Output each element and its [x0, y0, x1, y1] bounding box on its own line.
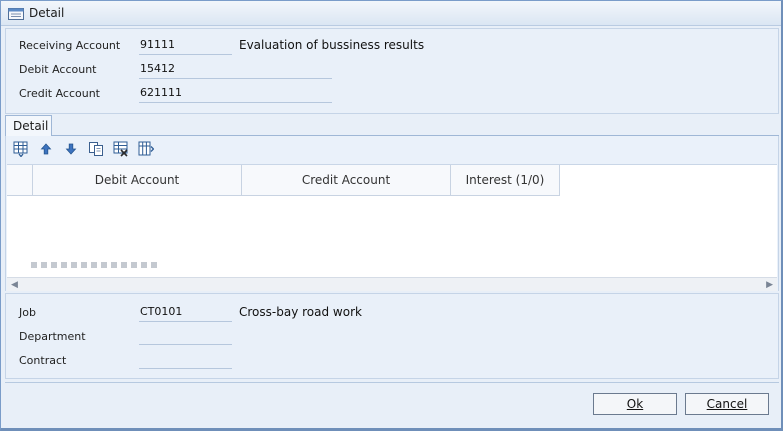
row-selector-header: [7, 165, 33, 196]
debit-account-field[interactable]: 15412: [139, 62, 332, 79]
department-field[interactable]: [139, 328, 232, 345]
job-label: Job: [19, 306, 36, 319]
receiving-account-description: Evaluation of bussiness results: [239, 38, 425, 52]
copy-icon[interactable]: [88, 141, 104, 157]
column-header-interest[interactable]: Interest (1/0): [451, 165, 560, 196]
receiving-account-field[interactable]: 91111: [139, 38, 232, 55]
detail-grid-panel: Debit Account Credit Account Interest (1…: [5, 136, 779, 291]
tab-strip: Detail: [5, 114, 779, 136]
column-header-credit-account[interactable]: Credit Account: [242, 165, 451, 196]
button-bar: Ok Cancel: [5, 382, 779, 426]
grid-toolbar: [6, 136, 778, 163]
contract-field[interactable]: [139, 352, 232, 369]
move-up-icon[interactable]: [38, 141, 54, 157]
delete-row-icon[interactable]: [113, 141, 129, 157]
contract-label: Contract: [19, 354, 67, 367]
move-down-icon[interactable]: [63, 141, 79, 157]
department-label: Department: [19, 330, 86, 343]
columns-icon[interactable]: [138, 141, 154, 157]
credit-account-field[interactable]: 621111: [139, 86, 332, 103]
horizontal-scrollbar[interactable]: ◀ ▶: [7, 277, 777, 291]
scroll-left-icon[interactable]: ◀: [11, 280, 18, 290]
debit-account-label: Debit Account: [19, 63, 97, 76]
job-field[interactable]: CT0101: [139, 305, 232, 322]
credit-account-label: Credit Account: [19, 87, 100, 100]
scroll-right-icon[interactable]: ▶: [766, 280, 773, 290]
detail-window: Detail Receiving Account 91111 Evaluatio…: [0, 0, 783, 431]
tab-detail[interactable]: Detail: [5, 115, 52, 136]
column-header-debit-account[interactable]: Debit Account: [33, 165, 242, 196]
window-title: Detail: [29, 6, 65, 20]
detail-grid[interactable]: Debit Account Credit Account Interest (1…: [7, 164, 777, 278]
title-bar: Detail: [1, 1, 781, 26]
header-fields-panel: Receiving Account 91111 Evaluation of bu…: [5, 28, 779, 114]
receiving-account-label: Receiving Account: [19, 39, 121, 52]
cancel-button[interactable]: Cancel: [685, 393, 769, 415]
drag-ghost-text: [31, 262, 161, 268]
job-description: Cross-bay road work: [239, 305, 362, 319]
calendar-icon: [8, 8, 24, 20]
ok-button[interactable]: Ok: [593, 393, 677, 415]
footer-fields-panel: Job CT0101 Cross-bay road work Departmen…: [5, 293, 779, 379]
insert-row-icon[interactable]: [13, 141, 29, 157]
